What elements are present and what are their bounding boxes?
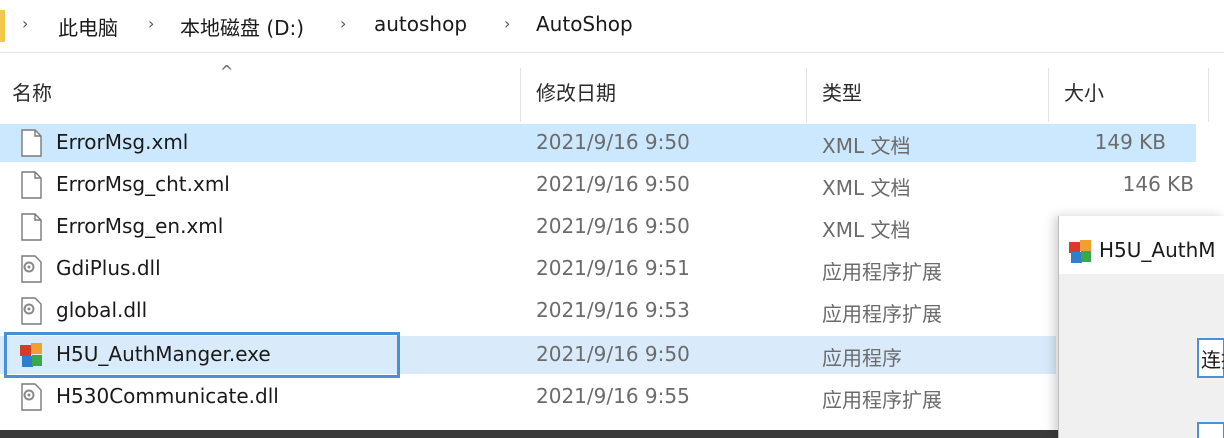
file-type: 应用程序扩展 bbox=[822, 388, 942, 412]
file-row[interactable]: H530Communicate.dll 2021/9/16 9:55 应用程序扩… bbox=[0, 378, 1224, 416]
file-type: 应用程序扩展 bbox=[822, 302, 942, 326]
file-name: GdiPlus.dll bbox=[56, 256, 161, 280]
dll-gear-icon bbox=[21, 383, 42, 411]
file-type: XML 文档 bbox=[822, 134, 911, 158]
column-header: ^ 名称 修改日期 类型 大小 bbox=[0, 62, 1224, 122]
column-divider[interactable] bbox=[520, 68, 521, 122]
folder-icon bbox=[0, 10, 5, 42]
window-bottom-edge bbox=[0, 430, 1060, 438]
column-divider[interactable] bbox=[1208, 68, 1209, 122]
chevron-right-icon: › bbox=[148, 14, 155, 33]
connection-label: 连接 bbox=[1201, 348, 1224, 372]
file-row[interactable]: ErrorMsg_cht.xml 2021/9/16 9:50 XML 文档 1… bbox=[0, 166, 1224, 204]
file-name: ErrorMsg_cht.xml bbox=[56, 172, 230, 196]
column-divider[interactable] bbox=[1048, 68, 1049, 122]
document-icon bbox=[21, 213, 42, 241]
dialog-title: H5U_AuthM bbox=[1099, 238, 1216, 262]
file-size: 149 KB bbox=[1094, 130, 1166, 154]
file-explorer-window: › 此电脑 › 本地磁盘 (D:) › autoshop › AutoShop … bbox=[0, 0, 1224, 438]
file-date: 2021/9/16 9:51 bbox=[536, 256, 690, 280]
dialog-titlebar[interactable]: H5U_AuthM bbox=[1059, 216, 1224, 274]
file-name: global.dll bbox=[56, 298, 148, 322]
file-row[interactable]: global.dll 2021/9/16 9:53 应用程序扩展 bbox=[0, 292, 1224, 330]
auth-manager-dialog[interactable]: H5U_AuthM 连接 bbox=[1058, 216, 1224, 438]
file-date: 2021/9/16 9:50 bbox=[536, 172, 690, 196]
breadcrumb-local-disk[interactable]: 本地磁盘 (D:) bbox=[180, 12, 304, 41]
file-type: 应用程序 bbox=[822, 346, 902, 370]
file-date: 2021/9/16 9:50 bbox=[536, 214, 690, 238]
chevron-right-icon: › bbox=[340, 14, 347, 33]
file-type: 应用程序扩展 bbox=[822, 260, 942, 284]
application-icon bbox=[1069, 240, 1091, 263]
file-type: XML 文档 bbox=[822, 218, 911, 242]
file-type: XML 文档 bbox=[822, 176, 911, 200]
file-date: 2021/9/16 9:50 bbox=[536, 130, 690, 154]
chevron-right-icon: › bbox=[504, 14, 511, 33]
chevron-right-icon: › bbox=[22, 14, 29, 33]
address-bar[interactable]: › 此电脑 › 本地磁盘 (D:) › autoshop › AutoShop bbox=[0, 0, 1224, 53]
column-header-name[interactable]: 名称 bbox=[12, 77, 52, 106]
file-date: 2021/9/16 9:53 bbox=[536, 298, 690, 322]
column-divider[interactable] bbox=[806, 68, 807, 122]
file-date: 2021/9/16 9:55 bbox=[536, 384, 690, 408]
file-name: ErrorMsg_en.xml bbox=[56, 214, 224, 238]
file-row[interactable]: GdiPlus.dll 2021/9/16 9:51 应用程序扩展 bbox=[0, 250, 1224, 288]
file-row[interactable]: ErrorMsg_en.xml 2021/9/16 9:50 XML 文档 bbox=[0, 208, 1224, 246]
file-name: H530Communicate.dll bbox=[56, 384, 279, 408]
breadcrumb-this-pc[interactable]: 此电脑 bbox=[58, 12, 118, 41]
column-header-size[interactable]: 大小 bbox=[1064, 77, 1104, 106]
highlight-box bbox=[4, 332, 400, 378]
document-icon bbox=[21, 129, 42, 157]
file-size: 146 KB bbox=[1122, 172, 1194, 196]
breadcrumb-autoshop-current[interactable]: AutoShop bbox=[536, 12, 633, 36]
dll-gear-icon bbox=[21, 255, 42, 283]
dialog-input[interactable] bbox=[1197, 422, 1224, 438]
column-header-type[interactable]: 类型 bbox=[822, 77, 862, 106]
dll-gear-icon bbox=[21, 297, 42, 325]
file-date: 2021/9/16 9:50 bbox=[536, 342, 690, 366]
file-row[interactable]: ErrorMsg.xml 2021/9/16 9:50 XML 文档 149 K… bbox=[0, 124, 1196, 162]
column-header-date[interactable]: 修改日期 bbox=[536, 77, 616, 106]
sort-ascending-icon: ^ bbox=[220, 62, 234, 81]
document-icon bbox=[21, 171, 42, 199]
breadcrumb-autoshop[interactable]: autoshop bbox=[374, 12, 467, 36]
file-name: ErrorMsg.xml bbox=[56, 130, 189, 154]
